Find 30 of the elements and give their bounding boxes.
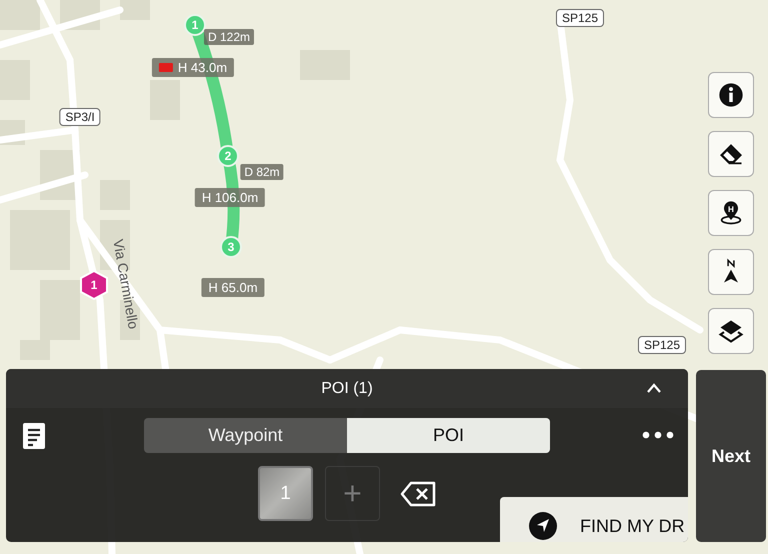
document-icon[interactable]	[22, 422, 46, 450]
delete-button[interactable]	[400, 480, 436, 506]
mode-tab[interactable]: POI	[347, 418, 550, 453]
add-button[interactable]: +	[325, 466, 380, 521]
distance-label: D 122m	[204, 29, 254, 45]
next-button[interactable]: Next	[696, 370, 766, 542]
eraser-button[interactable]	[708, 131, 754, 177]
height-text: H 65.0m	[208, 280, 258, 295]
find-drone-card[interactable]: FIND MY DR	[500, 497, 688, 542]
more-icon[interactable]	[642, 431, 674, 439]
height-text: H 106.0m	[202, 190, 258, 205]
distance-label: D 82m	[240, 164, 284, 180]
collapse-chevron-icon[interactable]	[646, 382, 662, 394]
backspace-icon	[400, 480, 436, 506]
find-drone-label: FIND MY DR	[580, 516, 685, 536]
road-label: SP3/I	[59, 108, 101, 126]
layers-button[interactable]	[708, 308, 754, 354]
info-icon	[717, 81, 745, 109]
camera-icon	[158, 63, 173, 72]
home-pin-button[interactable]: H	[708, 190, 754, 236]
north-arrow-button[interactable]	[708, 249, 754, 295]
road-label: SP125	[638, 336, 686, 354]
panel-title: POI (1)	[321, 380, 373, 398]
locate-icon	[528, 511, 558, 541]
info-button[interactable]	[708, 72, 754, 118]
poi-marker[interactable]: 1	[80, 270, 108, 300]
mode-tab[interactable]: Waypoint	[144, 418, 347, 453]
height-text: H 43.0m	[178, 60, 228, 75]
road-label: SP125	[556, 9, 604, 27]
street-label: Via Carminello	[110, 238, 142, 330]
